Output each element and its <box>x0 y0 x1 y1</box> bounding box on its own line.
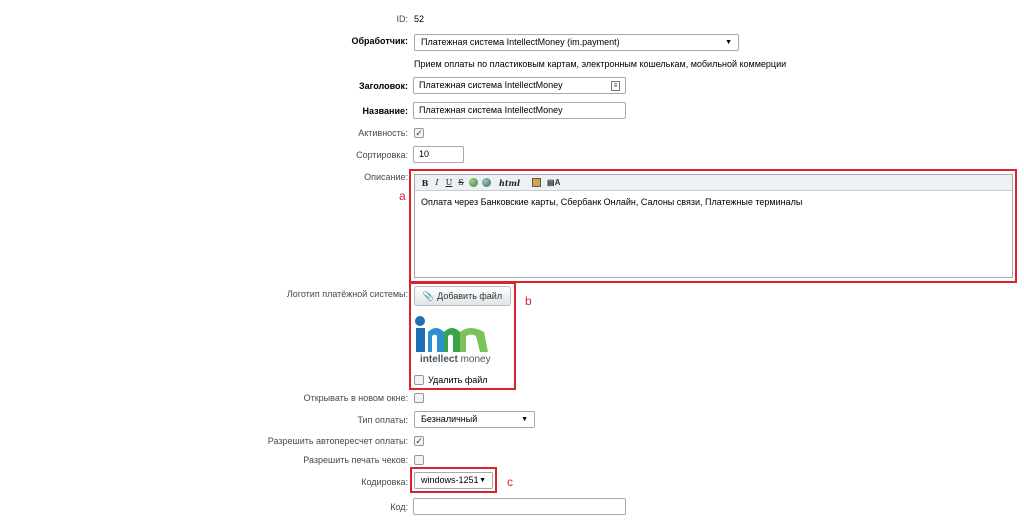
logo-wordmark: intellect money <box>420 354 491 365</box>
add-file-button[interactable]: 📎 Добавить файл <box>414 286 511 306</box>
logo-image: intellect money <box>414 316 494 368</box>
handler-select[interactable]: Платежная система IntellectMoney (im.pay… <box>414 34 739 51</box>
chevron-down-icon: ▼ <box>521 416 528 423</box>
code-label: Код: <box>390 502 408 512</box>
name-input[interactable]: Платежная система IntellectMoney <box>413 102 626 119</box>
allow-print-checkbox[interactable] <box>414 455 424 465</box>
description-text: Оплата через Банковские карты, Сбербанк … <box>421 197 803 207</box>
logo-word-light: money <box>457 354 491 365</box>
encoding-label: Кодировка: <box>361 477 408 487</box>
delete-file-label: Удалить файл <box>428 375 488 385</box>
marker-c: c <box>507 475 513 489</box>
marker-b: b <box>525 294 532 308</box>
logo-label: Логотип платёжной системы: <box>286 289 408 299</box>
bold-button[interactable]: B <box>419 178 431 188</box>
description-editor[interactable]: B I U S html ▤A Оплата через Банковские … <box>414 174 1013 278</box>
description-label: Описание: <box>364 172 408 182</box>
italic-button[interactable]: I <box>431 178 443 187</box>
allow-print-label: Разрешить печать чеков: <box>303 455 408 465</box>
strikethrough-button[interactable]: S <box>455 178 467 187</box>
active-label: Активность: <box>358 128 408 138</box>
header-input[interactable]: Платежная система IntellectMoney ≡ <box>413 77 626 94</box>
paste-icon[interactable] <box>532 178 542 187</box>
id-label: ID: <box>396 14 408 24</box>
code-input[interactable] <box>413 498 626 515</box>
html-button[interactable]: html <box>493 178 526 188</box>
add-file-label: Добавить файл <box>437 291 503 301</box>
underline-button[interactable]: U <box>443 178 455 187</box>
editor-toolbar: B I U S html ▤A <box>415 175 1012 191</box>
allow-recalc-label: Разрешить автопересчет оплаты: <box>267 436 408 446</box>
chevron-down-icon: ▼ <box>479 477 486 484</box>
name-label: Название: <box>362 106 408 116</box>
payment-type-select[interactable]: Безналичный ▼ <box>414 411 535 428</box>
header-input-value: Платежная система IntellectMoney <box>419 80 563 90</box>
handler-select-value: Платежная система IntellectMoney (im.pay… <box>421 37 620 47</box>
handler-description: Прием оплаты по пластиковым картам, элек… <box>414 59 787 69</box>
handler-label: Обработчик: <box>351 36 408 46</box>
header-label: Заголовок: <box>358 81 408 91</box>
font-format-icon[interactable]: ▤A <box>547 178 560 187</box>
new-window-label: Открывать в новом окне: <box>303 393 408 403</box>
link-icon[interactable] <box>469 178 478 187</box>
unlink-icon[interactable] <box>482 178 491 187</box>
chevron-down-icon: ▼ <box>725 39 732 46</box>
encoding-value: windows-1251 <box>421 475 479 485</box>
delete-file-checkbox[interactable] <box>414 375 424 385</box>
allow-recalc-checkbox[interactable]: ✓ <box>414 436 424 446</box>
logo-word-bold: intellect <box>420 354 458 365</box>
encoding-select[interactable]: windows-1251 ▼ <box>414 472 493 489</box>
id-value: 52 <box>414 14 425 24</box>
paperclip-icon: 📎 <box>422 291 435 301</box>
sort-input[interactable]: 10 <box>413 146 464 163</box>
text-field-icon[interactable]: ≡ <box>611 81 620 91</box>
active-checkbox[interactable]: ✓ <box>414 128 424 138</box>
payment-type-label: Тип оплаты: <box>357 415 408 425</box>
marker-a: a <box>399 189 406 203</box>
sort-label: Сортировка: <box>356 150 408 160</box>
new-window-checkbox[interactable] <box>414 393 424 403</box>
payment-type-value: Безналичный <box>421 414 478 424</box>
